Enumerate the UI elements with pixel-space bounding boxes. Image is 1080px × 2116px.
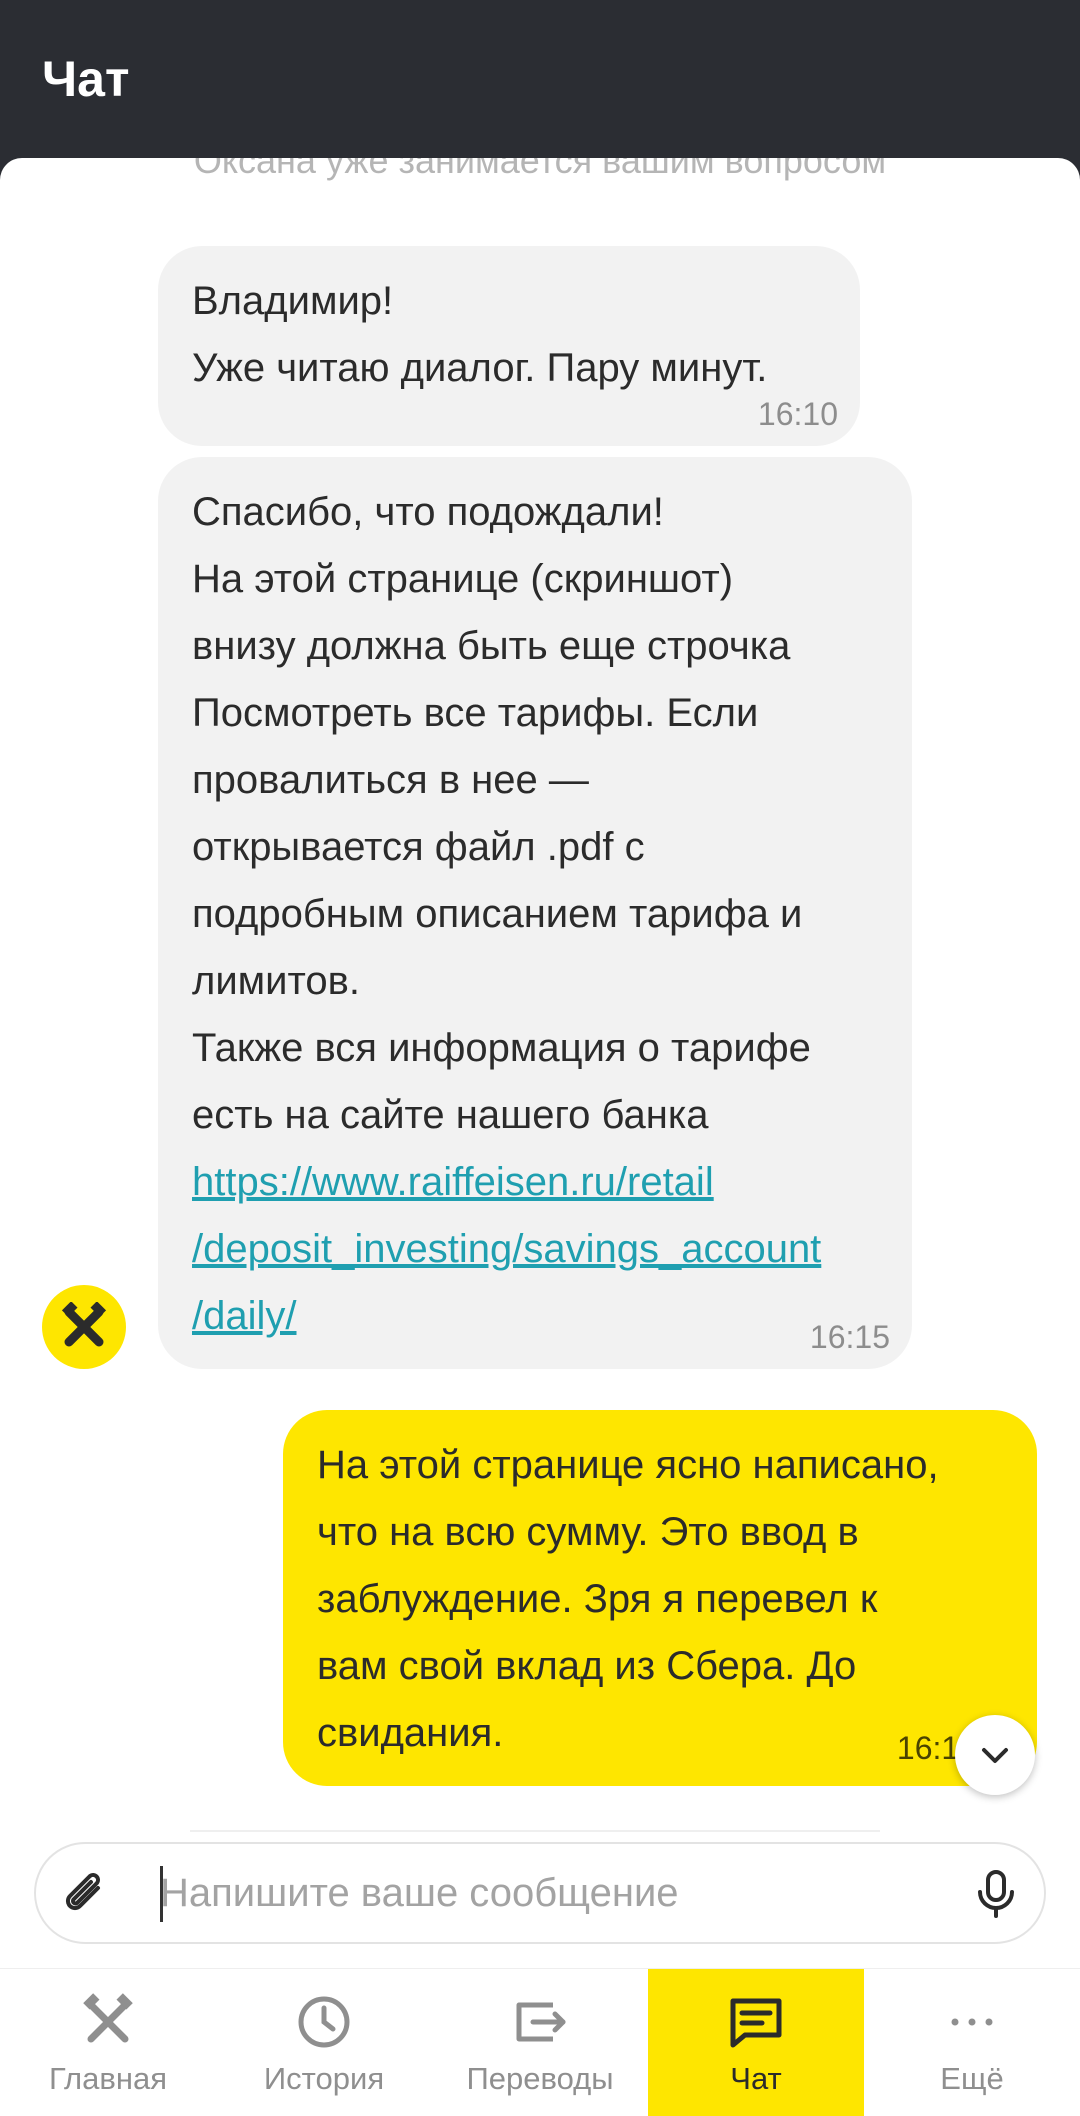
tab-label: История: [263, 2061, 385, 2096]
message-time: 16:10: [757, 396, 838, 432]
transfer-icon: [516, 2002, 566, 2042]
tab-more[interactable]: Ещё: [864, 1969, 1080, 2116]
home-logo-icon: [83, 1993, 133, 2043]
message-time: 16:15: [809, 1319, 890, 1355]
message-text-line: На этой странице (скриншот): [192, 557, 734, 601]
incoming-message[interactable]: Владимир! Уже читаю диалог. Пару минут. …: [158, 246, 860, 446]
message-text-line: Также вся информация о тарифе: [192, 1026, 811, 1070]
tariff-link[interactable]: https://www.raiffeisen.ru/retail: [192, 1149, 878, 1216]
raiffeisen-logo-icon: [61, 1302, 107, 1347]
message-text-line: есть на сайте нашего банка: [192, 1093, 709, 1137]
message-text-line: внизу должна быть еще строчка: [192, 624, 791, 668]
divider: [190, 1830, 880, 1832]
operator-status-note: Оксана уже занимается вашим вопросом: [193, 158, 887, 181]
tariff-link[interactable]: /daily/: [192, 1283, 878, 1350]
message-text-line: лимитов.: [192, 959, 361, 1003]
message-text-line: Посмотреть все тарифы. Если: [192, 691, 759, 735]
message-text-line: Владимир!: [192, 279, 394, 323]
message-text-line: открывается файл .pdf с: [192, 825, 645, 869]
bottom-navigation: Главная История Переводы Чат Ещё: [0, 1968, 1080, 2116]
page-title: Чат: [42, 51, 130, 107]
chat-icon: [730, 1998, 782, 2048]
message-input[interactable]: [160, 1862, 940, 1924]
tariff-link[interactable]: /deposit_investing/savings_account: [192, 1216, 878, 1283]
tab-label: Главная: [49, 2061, 167, 2096]
tab-history[interactable]: История: [216, 1969, 432, 2116]
tab-transfers[interactable]: Переводы: [432, 1969, 648, 2116]
message-text-line: Уже читаю диалог. Пару минут.: [192, 346, 768, 390]
tab-label: Ещё: [940, 2061, 1004, 2096]
microphone-icon[interactable]: [966, 1864, 1026, 1924]
tab-label: Переводы: [466, 2061, 614, 2096]
message-text-line: подробным описанием тарифа и: [192, 892, 803, 936]
paperclip-icon[interactable]: [58, 1866, 114, 1922]
app-header: Чат: [0, 0, 1080, 160]
tab-home[interactable]: Главная: [0, 1969, 216, 2116]
message-text-line: На этой странице ясно написано,: [317, 1443, 939, 1487]
more-dots-icon: [951, 2018, 993, 2026]
chat-area[interactable]: Оксана уже занимается вашим вопросом Вла…: [0, 158, 1080, 2115]
message-text-line: заблуждение. Зря я перевел к: [317, 1577, 878, 1621]
chevron-down-icon: [982, 1748, 1008, 1763]
clock-icon: [298, 1996, 350, 2048]
tab-label: Чат: [730, 2061, 782, 2096]
message-text-line: вам свой вклад из Сбера. До: [317, 1644, 857, 1688]
incoming-message[interactable]: Спасибо, что подождали! На этой странице…: [158, 457, 912, 1369]
outgoing-message[interactable]: На этой странице ясно написано, что на в…: [283, 1410, 1037, 1786]
message-text-line: что на всю сумму. Это ввод в: [317, 1510, 859, 1554]
bot-avatar: [42, 1285, 126, 1369]
tab-chat[interactable]: Чат: [648, 1969, 864, 2116]
message-text-line: Спасибо, что подождали!: [192, 490, 664, 534]
scroll-down-button[interactable]: [955, 1715, 1035, 1795]
message-composer: [34, 1842, 1046, 1944]
text-caret: [160, 1866, 163, 1922]
message-text-line: провалиться в нее —: [192, 758, 589, 802]
